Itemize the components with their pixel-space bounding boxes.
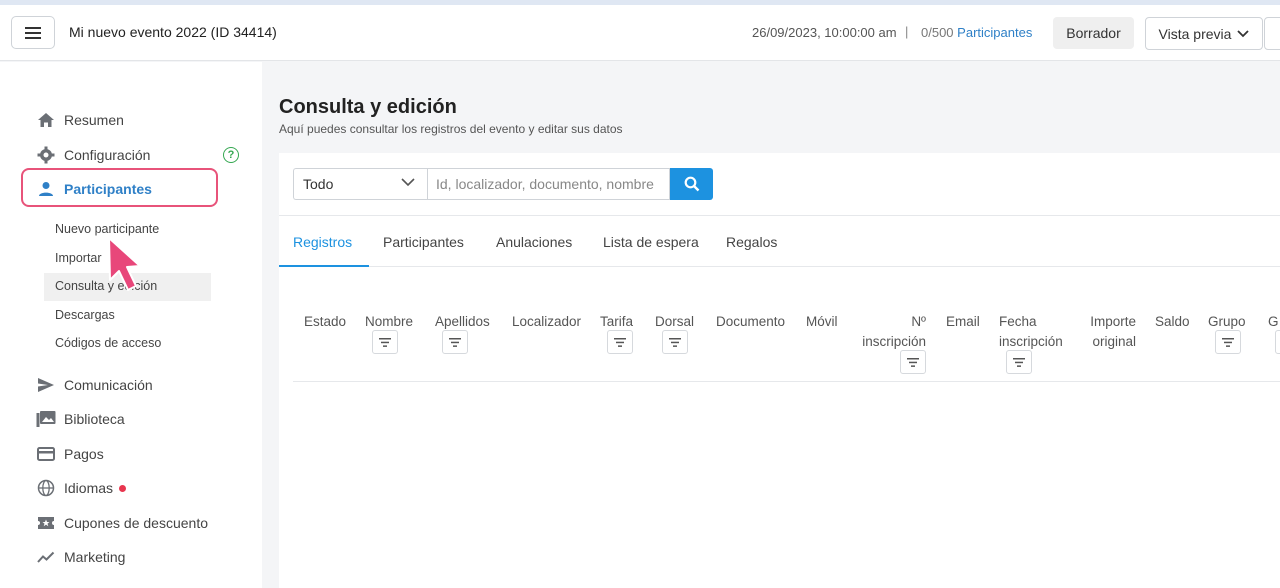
sidebar-item-participantes[interactable]: Participantes — [36, 175, 152, 203]
column-header-documento[interactable]: Documento — [716, 312, 785, 332]
divider — [279, 215, 1280, 216]
tabs-divider — [279, 266, 1280, 267]
column-header-email[interactable]: Email — [946, 312, 980, 332]
tab-lista-espera[interactable]: Lista de espera — [603, 234, 699, 250]
sub-item-importar[interactable]: Importar — [55, 251, 102, 265]
sidebar-item-idiomas[interactable]: Idiomas — [36, 474, 127, 502]
filter-button-tarifa[interactable] — [607, 330, 633, 354]
trending-icon — [36, 547, 56, 567]
chevron-down-icon — [401, 178, 415, 187]
search-button[interactable] — [670, 168, 713, 200]
filter-select[interactable]: Todo — [293, 168, 427, 200]
preview-button[interactable]: Vista previa — [1145, 17, 1263, 50]
search-input[interactable] — [427, 168, 670, 200]
filter-button-g[interactable] — [1275, 330, 1280, 354]
column-header-fecha-inscripcion[interactable]: Fecha inscripción — [999, 312, 1071, 352]
sidebar-item-pagos[interactable]: Pagos — [36, 440, 104, 468]
sub-item-nuevo-participante[interactable]: Nuevo participante — [55, 222, 159, 236]
filter-list-icon — [907, 357, 919, 367]
gear-icon — [36, 145, 56, 165]
draft-button[interactable]: Borrador — [1053, 17, 1134, 49]
chevron-down-icon — [1237, 29, 1250, 37]
photo-library-icon — [36, 409, 56, 429]
page-title: Consulta y edición — [279, 96, 457, 118]
sidebar-item-label: Configuración — [64, 147, 151, 163]
sidebar-item-configuracion[interactable]: Configuración — [36, 141, 150, 169]
filter-button-num-inscripcion[interactable] — [900, 350, 926, 374]
table-header-divider — [293, 381, 1280, 382]
ticket-icon — [36, 513, 56, 533]
filter-list-icon — [449, 337, 461, 347]
sidebar-item-cupones[interactable]: Cupones de descuento — [36, 509, 208, 537]
sidebar-item-label: Marketing — [64, 549, 126, 565]
separator: | — [905, 24, 909, 39]
send-icon — [36, 375, 56, 395]
top-bar: Mi nuevo evento 2022 (ID 34414) 26/09/20… — [0, 5, 1280, 61]
preview-button-label: Vista previa — [1158, 25, 1232, 42]
menu-button[interactable] — [11, 16, 55, 49]
sub-item-descargas[interactable]: Descargas — [55, 308, 115, 322]
hamburger-icon — [25, 26, 41, 39]
sidebar-item-label: Idiomas — [64, 480, 114, 496]
extra-menu-button[interactable] — [1264, 17, 1280, 50]
notification-dot — [119, 484, 127, 492]
tab-anulaciones[interactable]: Anulaciones — [496, 234, 572, 250]
filter-button-grupo[interactable] — [1215, 330, 1241, 354]
column-header-apellidos[interactable]: Apellidos — [435, 312, 490, 332]
sidebar-item-label: Biblioteca — [64, 411, 125, 427]
event-date: 26/09/2023, 10:00:00 am — [752, 25, 897, 40]
filter-list-icon — [669, 337, 681, 347]
column-header-g[interactable]: G — [1268, 312, 1279, 332]
sidebar-item-label: Comunicación — [64, 377, 153, 393]
participant-count-number: 0/500 — [921, 25, 954, 40]
filter-button-apellidos[interactable] — [442, 330, 468, 354]
sidebar-item-resumen[interactable]: Resumen — [36, 106, 124, 134]
filter-list-icon — [1222, 337, 1234, 347]
column-header-saldo[interactable]: Saldo — [1155, 312, 1190, 332]
participant-count-label: Participantes — [957, 25, 1033, 40]
filter-list-icon — [379, 337, 391, 347]
globe-icon — [36, 478, 56, 498]
column-header-tarifa[interactable]: Tarifa — [600, 312, 633, 332]
sidebar-item-label: Pagos — [64, 446, 104, 462]
sub-item-codigos-acceso[interactable]: Códigos de acceso — [55, 336, 161, 350]
tab-registros[interactable]: Registros — [293, 234, 352, 250]
event-title: Mi nuevo evento 2022 (ID 34414) — [69, 24, 277, 40]
credit-card-icon — [36, 444, 56, 464]
home-icon — [36, 110, 56, 130]
sidebar-item-label: Resumen — [64, 112, 124, 128]
column-header-grupo[interactable]: Grupo — [1208, 312, 1246, 332]
column-header-localizador[interactable]: Localizador — [512, 312, 581, 332]
active-tab-indicator — [279, 265, 369, 267]
participant-count[interactable]: 0/500 Participantes — [921, 25, 1032, 40]
column-header-estado[interactable]: Estado — [304, 312, 346, 332]
column-header-importe-original[interactable]: Importe original — [1079, 312, 1136, 352]
sidebar-item-biblioteca[interactable]: Biblioteca — [36, 405, 125, 433]
filter-button-fecha-inscripcion[interactable] — [1006, 350, 1032, 374]
filter-list-icon — [614, 337, 626, 347]
filter-select-value: Todo — [303, 176, 334, 192]
tab-participantes[interactable]: Participantes — [383, 234, 464, 250]
pointer-cursor-icon — [108, 237, 141, 291]
sidebar-item-comunicacion[interactable]: Comunicación — [36, 371, 153, 399]
column-header-dorsal[interactable]: Dorsal — [655, 312, 694, 332]
person-icon — [36, 179, 56, 199]
tab-regalos[interactable]: Regalos — [726, 234, 777, 250]
column-header-movil[interactable]: Móvil — [806, 312, 838, 332]
column-header-nombre[interactable]: Nombre — [365, 312, 413, 332]
column-header-num-inscripcion[interactable]: Nº inscripción — [859, 312, 926, 352]
filter-button-dorsal[interactable] — [662, 330, 688, 354]
sidebar-item-marketing[interactable]: Marketing — [36, 543, 125, 571]
sidebar-item-label: Cupones de descuento — [64, 515, 208, 531]
search-icon — [684, 176, 699, 192]
help-icon[interactable]: ? — [223, 147, 239, 163]
sidebar-item-label: Participantes — [64, 181, 152, 197]
records-panel: Todo Registros Participantes Anulaciones… — [279, 153, 1280, 588]
filter-button-nombre[interactable] — [372, 330, 398, 354]
filter-list-icon — [1013, 357, 1025, 367]
page-subtitle: Aquí puedes consultar los registros del … — [279, 122, 623, 136]
